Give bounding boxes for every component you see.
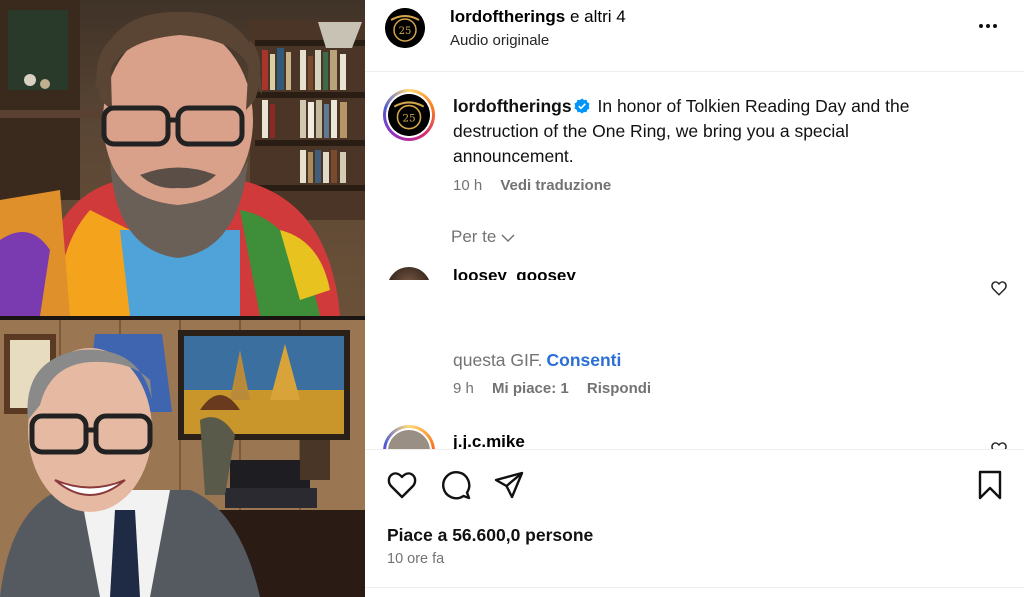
bookmark-icon[interactable]: [974, 469, 1006, 501]
heart-icon[interactable]: [386, 469, 418, 501]
comment-like-icon[interactable]: [990, 440, 1008, 449]
comment-text: questa GIF. Consenti: [453, 350, 621, 371]
post-header: 25 lordoftherings e altri 4 Audio origin…: [365, 0, 1024, 72]
comment-username[interactable]: j.j.c.mike: [453, 432, 525, 449]
more-horizontal-icon: [979, 24, 997, 28]
comment-like-icon[interactable]: [990, 279, 1008, 297]
more-options-button[interactable]: [976, 14, 1000, 38]
post-panel: 25 lordoftherings e altri 4 Audio origin…: [365, 0, 1024, 597]
comment-avatar[interactable]: [383, 425, 435, 449]
chevron-down-icon: [501, 233, 515, 242]
comments-sort-dropdown[interactable]: Per te: [451, 227, 516, 247]
comment-meta: 9 h Mi piace: 1 Rispondi: [453, 380, 665, 397]
caption-username[interactable]: lordoftherings: [453, 96, 572, 116]
header-usernames: lordoftherings e altri 4: [450, 7, 626, 27]
comment-likes[interactable]: Mi piace: 1: [492, 380, 569, 397]
header-others[interactable]: e altri 4: [570, 7, 626, 26]
caption-meta: 10 h Vedi traduzione: [453, 177, 611, 194]
video-frame-top: [0, 0, 365, 316]
comment-body-mask: [365, 280, 1024, 340]
video-frame-bottom: [0, 320, 365, 597]
video-participant-bottom: [0, 320, 365, 597]
caption-avatar[interactable]: 25: [383, 89, 435, 141]
share-icon[interactable]: [493, 469, 525, 501]
comments-sort-label: Per te: [451, 227, 497, 246]
lotr-logo-icon: 25: [388, 94, 430, 136]
reply-button[interactable]: Rispondi: [587, 380, 651, 397]
audio-link[interactable]: Audio originale: [450, 32, 549, 49]
svg-text:25: 25: [402, 112, 415, 124]
verified-badge-icon: [574, 98, 590, 114]
author-avatar[interactable]: 25: [385, 8, 425, 48]
post-timestamp: 10 ore fa: [387, 551, 445, 567]
post-actions: Piace a 56.600,0 persone 10 ore fa: [365, 449, 1024, 597]
comment-text-content: questa GIF.: [453, 350, 543, 370]
comments-list[interactable]: loosey_goosey questa GIF. Consenti 9 h Mi…: [365, 262, 1024, 449]
comment-time: 9 h: [453, 380, 474, 397]
svg-text:25: 25: [399, 26, 412, 37]
likes-count[interactable]: Piace a 56.600,0 persone: [387, 525, 593, 546]
see-translation-link[interactable]: Vedi traduzione: [500, 177, 611, 194]
post-caption: lordoftherings In honor of Tolkien Readi…: [453, 94, 953, 169]
allow-gif-link[interactable]: Consenti: [547, 350, 622, 370]
video-player[interactable]: [0, 0, 365, 597]
comment-icon[interactable]: [440, 469, 472, 501]
lotr-logo-icon: 25: [385, 8, 425, 48]
header-username[interactable]: lordoftherings: [450, 7, 565, 26]
caption-time: 10 h: [453, 177, 483, 194]
video-participant-top: [0, 0, 365, 316]
divider: [365, 587, 1024, 588]
